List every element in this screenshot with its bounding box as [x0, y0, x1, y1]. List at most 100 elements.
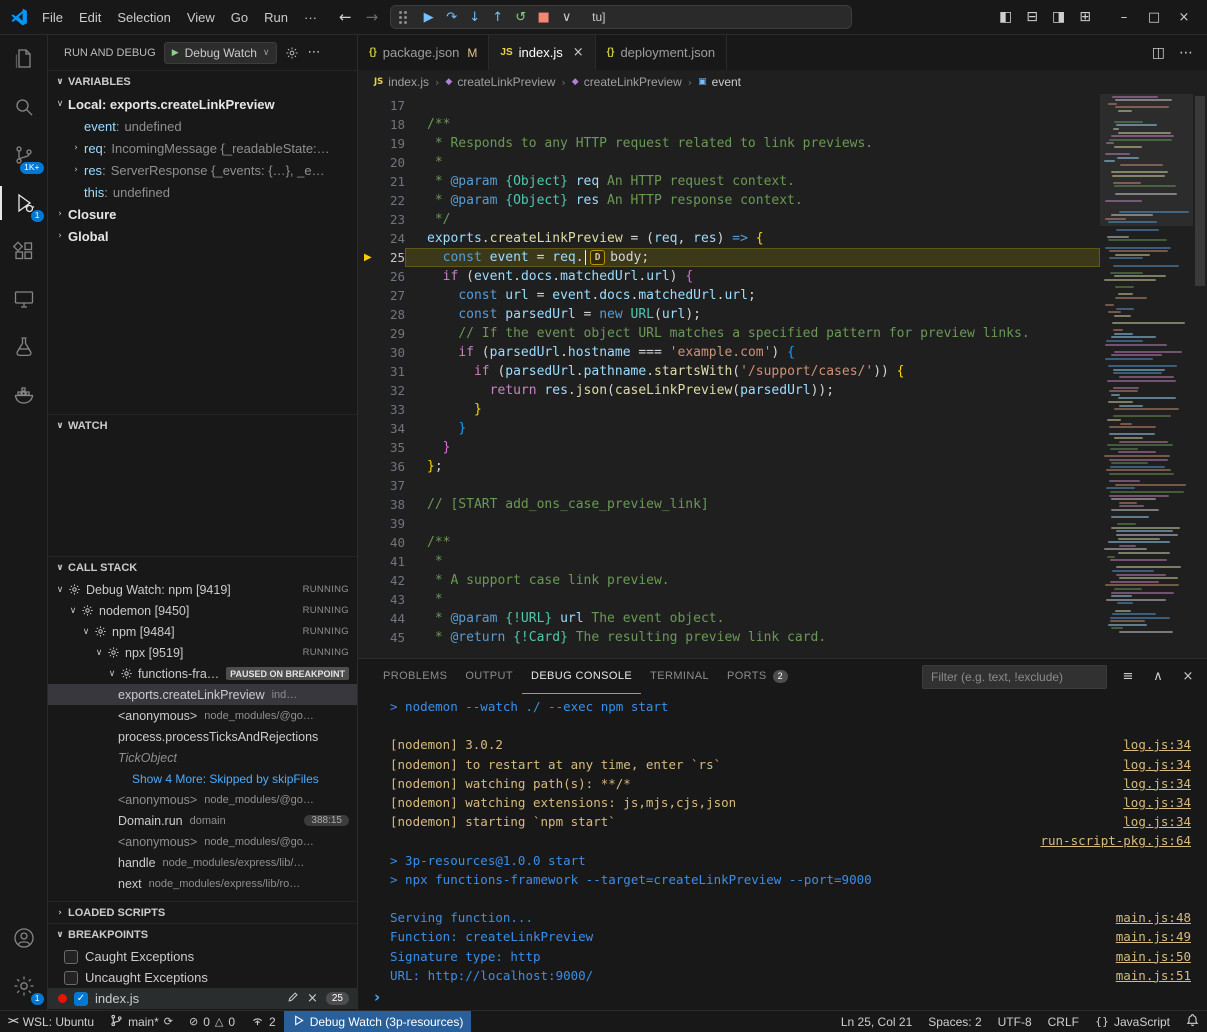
code-line-36[interactable]: 36};: [358, 457, 1100, 476]
code-line-43[interactable]: 43 *: [358, 590, 1100, 609]
code-text[interactable]: if (event.docs.matchedUrl.url) {: [405, 267, 1100, 286]
code-line-22[interactable]: 22 * @param {Object} res An HTTP respons…: [358, 191, 1100, 210]
customize-layout-icon[interactable]: ⊞: [1079, 9, 1091, 25]
breakpoint-row[interactable]: ✓index.js×25: [48, 988, 357, 1009]
breakpoints-section-header[interactable]: ∨ BREAKPOINTS: [48, 924, 357, 946]
breadcrumb-item-createlinkpreview[interactable]: ◆createLinkPreview: [572, 75, 682, 89]
twisty-icon[interactable]: ›: [68, 143, 84, 153]
activity-item-explorer[interactable]: [0, 35, 48, 83]
step-into-icon[interactable]: ↓: [463, 10, 486, 25]
status-encoding[interactable]: UTF-8: [990, 1011, 1040, 1032]
callstack-frame-row[interactable]: TickObject: [48, 747, 357, 768]
menu-run[interactable]: Run: [256, 7, 296, 28]
callstack-frame-row[interactable]: exports.createLinkPreviewind…: [48, 684, 357, 705]
code-line-17[interactable]: 17: [358, 96, 1100, 115]
panel-tab-terminal[interactable]: TERMINAL: [641, 659, 718, 694]
code-line-40[interactable]: 40/**: [358, 533, 1100, 552]
status-debug-session[interactable]: Debug Watch (3p-resources): [284, 1011, 472, 1032]
line-number[interactable]: 40: [358, 533, 405, 552]
code-text[interactable]: const parsedUrl = new URL(url);: [405, 305, 1100, 324]
callstack-session-row[interactable]: ∨npx [9519]RUNNING: [48, 642, 357, 663]
twisty-icon[interactable]: ∨: [52, 585, 68, 595]
code-text[interactable]: if (parsedUrl.hostname === 'example.com'…: [405, 343, 1100, 362]
callstack-frame-row[interactable]: <anonymous>node_modules/@go…: [48, 789, 357, 810]
navigate-back-icon[interactable]: ←: [339, 8, 352, 26]
close-tab-icon[interactable]: ×: [573, 45, 584, 60]
remove-breakpoint-icon[interactable]: ×: [307, 991, 318, 1006]
source-link[interactable]: run-script-pkg.js:64: [1040, 831, 1191, 850]
twisty-icon[interactable]: ∨: [52, 99, 68, 109]
start-debugging-icon[interactable]: ▶: [172, 48, 179, 58]
debug-session-picker-icon[interactable]: ∨: [555, 10, 578, 25]
callstack-session-row[interactable]: ∨npm [9484]RUNNING: [48, 621, 357, 642]
status-problems[interactable]: ⊘0△0: [181, 1011, 243, 1032]
source-link[interactable]: log.js:34: [1123, 735, 1191, 754]
close-button[interactable]: ×: [1169, 10, 1199, 25]
tab-index-js[interactable]: JSindex.js×: [489, 35, 595, 70]
variables-scope-row[interactable]: ›Closure: [48, 203, 357, 225]
breadcrumb-item-event[interactable]: ▣event: [698, 75, 741, 89]
maximize-panel-icon[interactable]: ∧: [1149, 669, 1167, 684]
activity-item-extensions[interactable]: [0, 227, 48, 275]
menu-item[interactable]: ···: [296, 7, 325, 28]
code-line-44[interactable]: 44 * @param {!URL} url The event object.: [358, 609, 1100, 628]
source-link[interactable]: main.js:50: [1116, 947, 1191, 966]
code-line-19[interactable]: 19 * Responds to any HTTP request relate…: [358, 134, 1100, 153]
line-number[interactable]: 26: [358, 267, 405, 286]
code-text[interactable]: * @param {Object} req An HTTP request co…: [405, 172, 1100, 191]
status-cursor-position[interactable]: Ln 25, Col 21: [833, 1011, 920, 1032]
code-line-31[interactable]: 31 if (parsedUrl.pathname.startsWith('/s…: [358, 362, 1100, 381]
code-line-20[interactable]: 20 *: [358, 153, 1100, 172]
source-link[interactable]: log.js:34: [1123, 812, 1191, 831]
line-number[interactable]: 41: [358, 552, 405, 571]
callstack-session-row[interactable]: ∨Debug Watch: npm [9419]RUNNING: [48, 579, 357, 600]
variable-row[interactable]: this:undefined: [48, 181, 357, 203]
watch-section-header[interactable]: ∨ WATCH: [48, 415, 357, 437]
close-panel-icon[interactable]: ×: [1179, 669, 1197, 684]
line-number[interactable]: 33: [358, 400, 405, 419]
status-remote[interactable]: ><WSL: Ubuntu: [0, 1011, 102, 1032]
step-out-icon[interactable]: ↑: [486, 10, 509, 25]
twisty-icon[interactable]: ∨: [104, 669, 120, 679]
twisty-icon[interactable]: ›: [52, 231, 68, 241]
code-text[interactable]: exports.createLinkPreview = (req, res) =…: [405, 229, 1100, 248]
breadcrumb-item-index-js[interactable]: JSindex.js: [374, 75, 429, 89]
twisty-icon[interactable]: ›: [68, 165, 84, 175]
breakpoint-checkbox[interactable]: [64, 950, 78, 964]
code-line-27[interactable]: 27 const url = event.docs.matchedUrl.url…: [358, 286, 1100, 305]
edit-breakpoint-icon[interactable]: [287, 991, 299, 1006]
source-link[interactable]: main.js:51: [1116, 966, 1191, 984]
line-number[interactable]: 24: [358, 229, 405, 248]
code-text[interactable]: * @param {Object} res An HTTP response c…: [405, 191, 1100, 210]
code-line-33[interactable]: 33 }: [358, 400, 1100, 419]
navigate-forward-icon[interactable]: →: [366, 8, 379, 26]
line-number[interactable]: 32: [358, 381, 405, 400]
debug-console-output[interactable]: > nodemon --watch ./ --exec npm start [n…: [358, 694, 1207, 984]
code-line-24[interactable]: 24exports.createLinkPreview = (req, res)…: [358, 229, 1100, 248]
code-text[interactable]: *: [405, 552, 1100, 571]
status-notifications[interactable]: [1178, 1011, 1207, 1032]
status-language[interactable]: {}JavaScript: [1087, 1011, 1178, 1032]
filter-lines-icon[interactable]: ≡: [1119, 669, 1137, 684]
stop-icon[interactable]: ■: [532, 10, 555, 25]
activity-item-remote-explorer[interactable]: [0, 275, 48, 323]
console-filter-input[interactable]: [922, 665, 1107, 689]
panel-tab-debug-console[interactable]: DEBUG CONSOLE: [522, 659, 641, 694]
callstack-frame-row[interactable]: process.processTicksAndRejections: [48, 726, 357, 747]
configure-gear-icon[interactable]: [285, 46, 299, 60]
status-indentation[interactable]: Spaces: 2: [920, 1011, 989, 1032]
code-text[interactable]: };: [405, 457, 1100, 476]
code-text[interactable]: return res.json(caseLinkPreview(parsedUr…: [405, 381, 1100, 400]
panel-tab-problems[interactable]: PROBLEMS: [374, 659, 456, 694]
code-line-45[interactable]: 45 * @return {!Card} The resulting previ…: [358, 628, 1100, 647]
callstack-frame-row[interactable]: nextnode_modules/express/lib/ro…: [48, 873, 357, 894]
twisty-icon[interactable]: ∨: [65, 606, 81, 616]
activity-item-accounts[interactable]: [0, 914, 48, 962]
line-number[interactable]: 29: [358, 324, 405, 343]
line-number[interactable]: 22: [358, 191, 405, 210]
code-text[interactable]: const event = req.Dbody;: [405, 248, 1100, 267]
minimize-button[interactable]: –: [1109, 10, 1139, 25]
line-number[interactable]: 44: [358, 609, 405, 628]
line-number[interactable]: 30: [358, 343, 405, 362]
callstack-session-row[interactable]: ∨functions-fra…PAUSED ON BREAKPOINT: [48, 663, 357, 684]
